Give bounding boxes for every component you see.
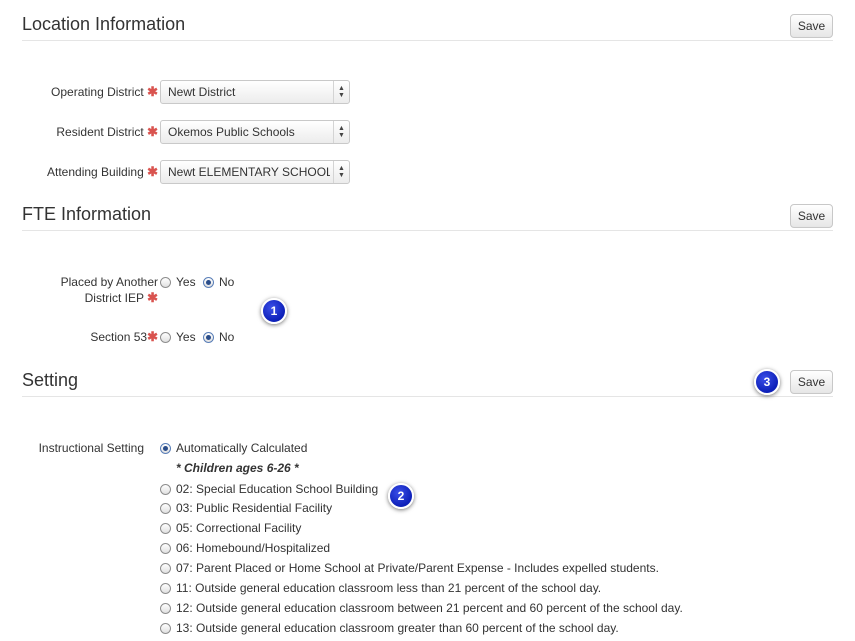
setting-option-label[interactable]: 03: Public Residential Facility [176,500,332,516]
setting-option-label[interactable]: 12: Outside general education classroom … [176,600,683,616]
resident-district-value: Okemos Public Schools [168,125,295,139]
operating-district-select[interactable]: Newt District ▲ ▼ [160,80,350,104]
placed-by-another-district-label: Placed by Another District IEP ✱ [20,274,158,306]
attending-building-value: Newt ELEMENTARY SCHOOLS [168,165,330,179]
setting-option-label[interactable]: 13: Outside general education classroom … [176,620,619,636]
select-arrows-icon: ▲ ▼ [333,81,349,103]
attending-building-label: Attending Building ✱ [20,164,158,180]
location-divider [22,40,833,41]
operating-district-label-text: Operating District [51,85,144,99]
location-save-button[interactable]: Save [790,14,833,38]
select-arrows-icon: ▲ ▼ [333,121,349,143]
children-ages-subheading: * Children ages 6-26 * [176,461,299,475]
attending-building-label-text: Attending Building [47,165,144,179]
required-asterisk-icon: ✱ [147,290,158,305]
setting-section-title: Setting [22,370,79,390]
required-asterisk-icon: ✱ [147,124,158,139]
attending-building-select[interactable]: Newt ELEMENTARY SCHOOLS ▲ ▼ [160,160,350,184]
section-53-label: Section 53✱ [20,329,158,345]
resident-district-label-text: Resident District [56,125,144,139]
location-section-title: Location Information [22,14,186,34]
section-53-label-text: Section 53 [90,330,148,344]
placed-label-line1: Placed by Another [60,275,158,289]
callout-badge-3: 3 [754,369,780,395]
setting-option-label[interactable]: 11: Outside general education classroom … [176,580,601,596]
required-asterisk-icon: ✱ [147,84,158,99]
setting-option-label[interactable]: 02: Special Education School Building [176,481,378,497]
resident-district-select[interactable]: Okemos Public Schools ▲ ▼ [160,120,350,144]
section53-yes-radio[interactable] [160,332,171,343]
setting-option-radio[interactable] [160,543,171,554]
select-arrows-icon: ▲ ▼ [333,161,349,183]
setting-option-label[interactable]: 07: Parent Placed or Home School at Priv… [176,560,659,576]
setting-option-radio[interactable] [160,484,171,495]
placed-no-label[interactable]: No [219,274,234,290]
setting-save-button[interactable]: Save [790,370,833,394]
operating-district-label: Operating District ✱ [20,84,158,100]
fte-divider [22,230,833,231]
instructional-setting-label: Instructional Setting [38,441,144,455]
setting-option-label[interactable]: 06: Homebound/Hospitalized [176,540,330,556]
setting-option-radio[interactable] [160,523,171,534]
placed-yes-radio[interactable] [160,277,171,288]
fte-save-button[interactable]: Save [790,204,833,228]
required-asterisk-icon: ✱ [147,329,158,344]
setting-option-label[interactable]: Automatically Calculated [176,440,307,456]
setting-option-radio[interactable] [160,603,171,614]
placed-yes-label[interactable]: Yes [176,274,196,290]
setting-option-label[interactable]: 05: Correctional Facility [176,520,301,536]
setting-option-radio[interactable] [160,443,171,454]
fte-section-title: FTE Information [22,204,152,224]
placed-no-radio[interactable] [203,277,214,288]
callout-badge-2: 2 [388,483,414,509]
section53-yes-label[interactable]: Yes [176,329,196,345]
placed-label-line2: District IEP [84,291,144,305]
setting-option-radio[interactable] [160,563,171,574]
operating-district-value: Newt District [168,85,236,99]
callout-badge-1: 1 [261,298,287,324]
setting-option-radio[interactable] [160,503,171,514]
setting-divider [22,396,833,397]
setting-option-radio[interactable] [160,583,171,594]
resident-district-label: Resident District ✱ [20,124,158,140]
section53-no-label[interactable]: No [219,329,234,345]
required-asterisk-icon: ✱ [147,164,158,179]
section53-no-radio[interactable] [203,332,214,343]
setting-option-radio[interactable] [160,623,171,634]
